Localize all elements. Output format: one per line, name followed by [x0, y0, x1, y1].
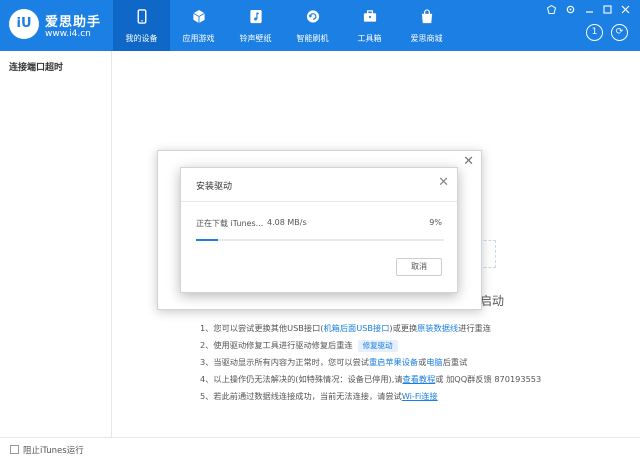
phone-icon: [137, 9, 146, 24]
nav-label: 我的设备: [125, 34, 158, 43]
dialog-close-icon[interactable]: ✕: [438, 175, 449, 190]
maximize-icon[interactable]: [603, 5, 612, 14]
download-status: 正在下载 iTunes...: [196, 219, 264, 228]
refresh-gear-icon: [306, 10, 319, 23]
progress-bar: [196, 239, 444, 241]
app-logo: iU: [9, 9, 39, 39]
behind-status-text: 启动: [480, 294, 505, 308]
nav-label: 铃声壁纸: [239, 34, 272, 43]
cancel-button[interactable]: 取消: [396, 258, 442, 276]
help-button[interactable]: 1: [586, 24, 603, 41]
nav-label: 爱思商城: [410, 34, 443, 43]
instruction-line-1: 1、您可以尝试更换其他USB接口(机箱后面USB接口)或更换原装数据线进行重连: [200, 320, 620, 337]
wifi-connect-link[interactable]: Wi-Fi连接: [402, 391, 438, 401]
toolbox-icon: [363, 10, 376, 22]
nav-apps-games[interactable]: 应用游戏: [170, 0, 227, 51]
repair-driver-button[interactable]: 修复驱动: [357, 340, 398, 352]
nav-my-device[interactable]: 我的设备: [113, 0, 170, 51]
nav-label: 工具箱: [357, 34, 382, 43]
dialog-divider: [181, 201, 457, 202]
instruction-text: 进行重连: [458, 323, 491, 333]
sidebar-item-connection-timeout[interactable]: 连接端口超时: [9, 60, 63, 73]
instruction-text: 5、若此前通过数据线连接成功，当前无法连接，请尝试: [200, 391, 402, 401]
cube-icon: [192, 9, 205, 24]
instruction-text: 2、使用驱动修复工具进行驱动修复后重连: [200, 340, 353, 350]
instruction-text: 1、您可以尝试更换其他USB接口(: [200, 323, 324, 333]
footer: 阻止iTunes运行: [0, 437, 640, 461]
progress-fill: [196, 239, 219, 241]
close-icon[interactable]: [621, 5, 630, 14]
troubleshooting-list: 1、您可以尝试更换其他USB接口(机箱后面USB接口)或更换原装数据线进行重连 …: [200, 320, 620, 405]
instruction-text: 4、以上操作仍无法解决的(如特殊情况：设备已停用),请: [200, 374, 403, 384]
brand-url: www.i4.cn: [45, 29, 91, 39]
instruction-line-4: 4、以上操作仍无法解决的(如特殊情况：设备已停用),请查看教程或 加QQ群反馈 …: [200, 371, 620, 388]
block-itunes-label: 阻止iTunes运行: [23, 446, 84, 456]
main-nav: 我的设备 应用游戏 铃声壁纸 智能刷机 工具箱 爱思商城: [113, 0, 455, 51]
tutorial-link[interactable]: 查看教程: [403, 374, 436, 384]
instruction-text: 或 加QQ群反馈 870193553: [435, 374, 542, 384]
settings-icon[interactable]: [566, 5, 575, 14]
instruction-text: 后重试: [442, 357, 468, 367]
nav-smart-flash[interactable]: 智能刷机: [284, 0, 341, 51]
nav-label: 智能刷机: [296, 34, 329, 43]
instruction-line-5: 5、若此前通过数据线连接成功，当前无法连接，请尝试Wi-Fi连接: [200, 388, 620, 405]
top-bar: iU 爱思助手 www.i4.cn 我的设备 应用游戏 铃声壁纸 智能刷机 工具…: [0, 0, 640, 51]
brand-name: 爱思助手: [45, 15, 102, 30]
outer-dialog-close-icon[interactable]: ✕: [463, 154, 474, 169]
instruction-line-2: 2、使用驱动修复工具进行驱动修复后重连 修复驱动: [200, 337, 620, 354]
instruction-line-3: 3、当驱动显示所有内容为正常时，您可以尝试重启苹果设备或电脑后重试: [200, 354, 620, 371]
nav-label: 应用游戏: [182, 34, 215, 43]
rear-usb-link[interactable]: 机箱后面USB接口: [323, 323, 389, 333]
instruction-text: )或更换: [389, 323, 418, 333]
nav-store[interactable]: 爱思商城: [398, 0, 455, 51]
nav-toolbox[interactable]: 工具箱: [341, 0, 398, 51]
skin-icon[interactable]: [547, 5, 556, 14]
dialog-title: 安装驱动: [196, 182, 233, 192]
block-itunes-checkbox[interactable]: [10, 445, 19, 454]
refresh-button[interactable]: ⟳: [611, 24, 628, 41]
download-percent: 9%: [429, 218, 442, 227]
shopping-bag-icon: [421, 9, 432, 24]
install-driver-dialog: 安装驱动 ✕ 正在下载 iTunes... 4.08 MB/s 9% 取消: [180, 167, 458, 293]
music-note-icon: [249, 9, 262, 24]
instruction-text: 3、当驱动显示所有内容为正常时，您可以尝试: [200, 357, 369, 367]
sidebar: 连接端口超时: [0, 51, 112, 437]
original-cable-link[interactable]: 原装数据线: [417, 323, 458, 333]
nav-ringtones-wallpapers[interactable]: 铃声壁纸: [227, 0, 284, 51]
restart-device-link[interactable]: 重启苹果设备: [369, 357, 418, 367]
minimize-icon[interactable]: [585, 5, 594, 14]
restart-pc-link[interactable]: 电脑: [426, 357, 442, 367]
download-speed: 4.08 MB/s: [267, 218, 307, 227]
